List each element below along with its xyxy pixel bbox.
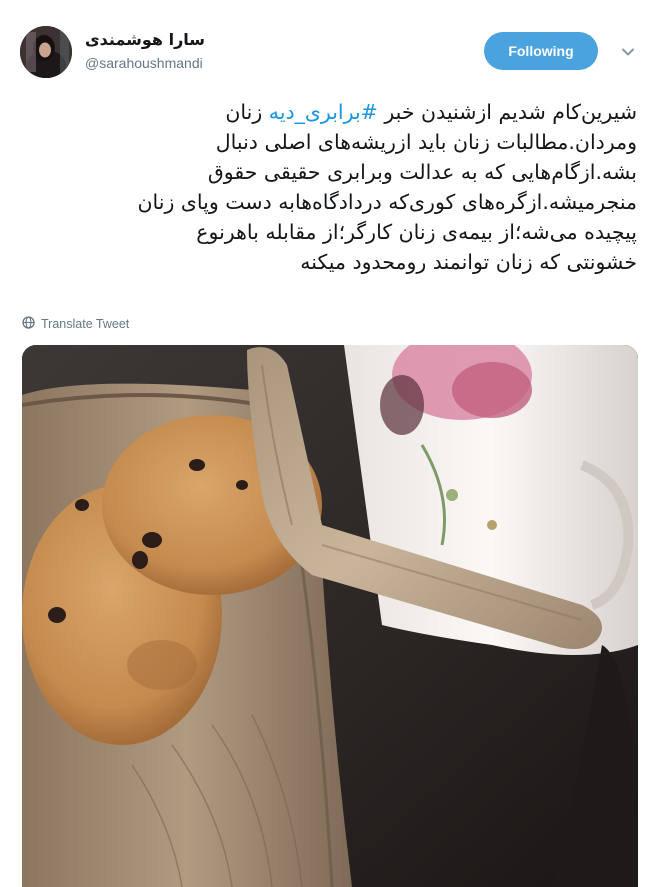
avatar[interactable] [20, 26, 72, 78]
cookies-bowl-image [22, 345, 638, 887]
globe-icon [22, 316, 35, 332]
translate-tweet-label: Translate Tweet [41, 317, 130, 331]
tweet-text: شیرین‌کام شدیم ازشنیدن خبر #برابری_دیه ز… [25, 97, 637, 277]
user-info: سارا هوشمندی @sarahoushmandi [85, 30, 205, 71]
following-button[interactable]: Following [484, 32, 598, 70]
tweet-text-line1-end: زنان [225, 100, 269, 124]
translate-tweet-link[interactable]: Translate Tweet [22, 316, 129, 332]
tweet-text-start: شیرین‌کام شدیم ازشنیدن خبر [377, 100, 637, 124]
tweet-text-body: ومردان.مطالبات زنان باید ازریشه‌های اصلی… [137, 130, 637, 274]
display-name[interactable]: سارا هوشمندی [85, 30, 205, 49]
hashtag-link[interactable]: #برابری_دیه [269, 100, 378, 124]
tweet-photo[interactable] [22, 345, 638, 887]
tweet-card: سارا هوشمندی @sarahoushmandi Following ش… [0, 0, 665, 887]
chevron-down-icon[interactable] [618, 42, 638, 62]
user-handle[interactable]: @sarahoushmandi [85, 55, 205, 71]
